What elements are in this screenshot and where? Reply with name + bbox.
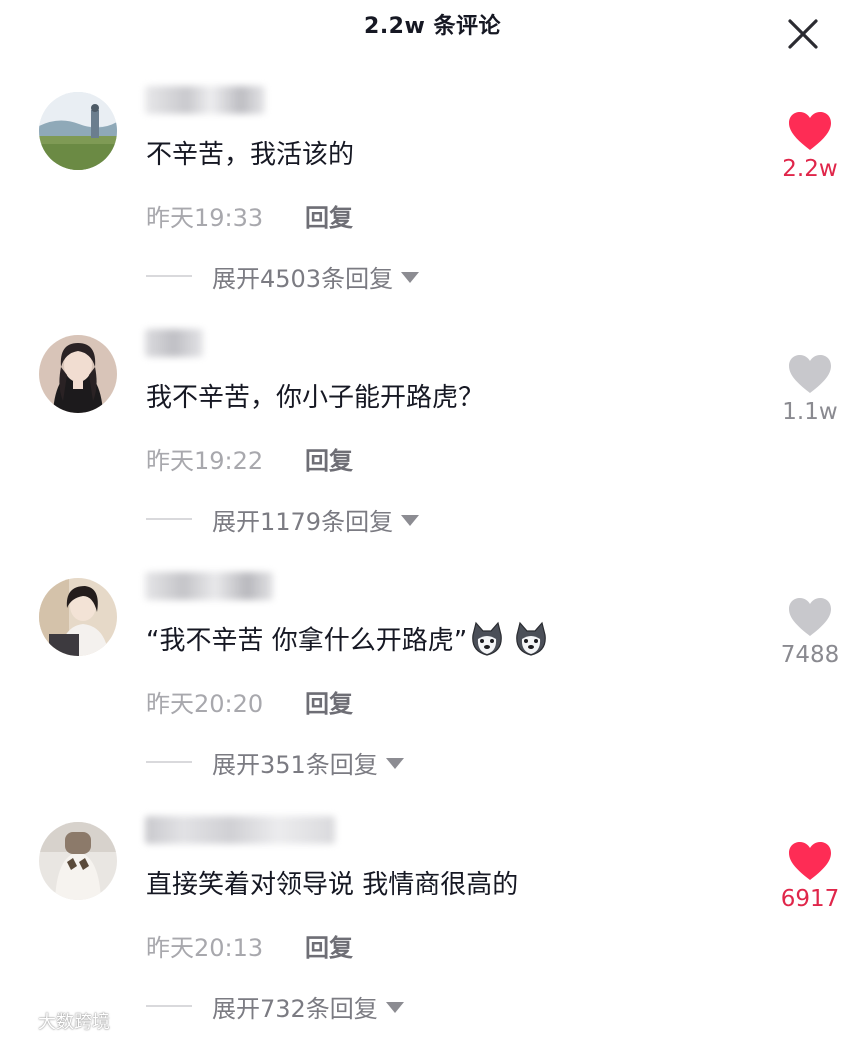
divider — [146, 275, 192, 277]
avatar[interactable] — [39, 92, 117, 170]
comment-time: 昨天19:22 — [146, 447, 264, 475]
chevron-down-icon — [385, 1001, 404, 1013]
username[interactable] — [145, 816, 335, 844]
comment-item: “我不辛苦 你拿什么开路虎” 昨天20:20 回复 展开351条回复 7488 — [0, 572, 865, 818]
divider — [146, 1005, 192, 1007]
expand-replies-label: 展开4503条回复 — [212, 264, 394, 293]
like-button[interactable]: 7488 — [770, 596, 850, 668]
heart-icon — [789, 355, 831, 393]
reply-button[interactable]: 回复 — [305, 198, 353, 233]
watermark: 大数跨境 — [8, 1008, 110, 1034]
comment-item: 我不辛苦，你小子能开路虎？ 昨天19:22 回复 展开1179条回复 1.1w — [0, 329, 865, 575]
comments-header: 2.2w 条评论 — [0, 0, 865, 51]
like-count: 2.2w — [782, 156, 838, 182]
emoji-group — [469, 621, 549, 657]
watermark-text: 大数跨境 — [38, 1012, 110, 1033]
like-count: 6917 — [780, 886, 840, 912]
username[interactable] — [145, 86, 265, 114]
husky-emoji-icon — [516, 621, 547, 656]
comment-time: 昨天20:13 — [146, 934, 264, 962]
avatar[interactable] — [39, 578, 117, 656]
comment-item: 不辛苦，我活该的 昨天19:33 回复 展开4503条回复 2.2w — [0, 86, 865, 332]
comment-item: 直接笑着对领导说 我情商很高的 昨天20:13 回复 展开732条回复 6917 — [0, 816, 865, 1062]
like-button[interactable]: 1.1w — [770, 353, 850, 425]
chevron-down-icon — [385, 757, 404, 769]
expand-replies-label: 展开1179条回复 — [212, 507, 394, 536]
comment-time: 昨天19:33 — [146, 204, 264, 232]
watermark-logo-icon — [8, 1013, 34, 1029]
username[interactable] — [145, 329, 203, 357]
comment-text: 我不辛苦，你小子能开路虎？ — [146, 383, 485, 413]
like-button[interactable]: 6917 — [770, 840, 850, 912]
chevron-down-icon — [401, 271, 420, 283]
divider — [146, 518, 192, 520]
heart-icon — [789, 598, 831, 636]
avatar[interactable] — [39, 335, 117, 413]
reply-button[interactable]: 回复 — [305, 684, 353, 719]
comment-text: 不辛苦，我活该的 — [146, 140, 355, 170]
expand-replies[interactable]: 展开351条回复 — [146, 746, 404, 779]
husky-emoji-icon — [472, 621, 503, 656]
close-icon — [788, 19, 818, 49]
reply-button[interactable]: 回复 — [305, 928, 353, 963]
expand-replies-label: 展开732条回复 — [212, 994, 378, 1023]
like-button[interactable]: 2.2w — [770, 110, 850, 182]
comment-text-content: “我不辛苦 你拿什么开路虎” — [146, 626, 468, 656]
chevron-down-icon — [401, 514, 420, 526]
avatar[interactable] — [39, 822, 117, 900]
username[interactable] — [145, 572, 273, 600]
expand-replies-label: 展开351条回复 — [212, 750, 378, 779]
divider — [146, 761, 192, 763]
heart-icon — [789, 112, 831, 150]
like-count: 7488 — [780, 642, 840, 668]
comment-time: 昨天20:20 — [146, 690, 264, 718]
like-count: 1.1w — [782, 399, 838, 425]
comment-text: “我不辛苦 你拿什么开路虎” — [146, 620, 549, 657]
expand-replies[interactable]: 展开732条回复 — [146, 990, 404, 1023]
heart-icon — [789, 842, 831, 880]
comment-count-title: 2.2w 条评论 — [364, 14, 501, 39]
reply-button[interactable]: 回复 — [305, 441, 353, 476]
expand-replies[interactable]: 展开1179条回复 — [146, 503, 420, 536]
close-button[interactable] — [786, 17, 820, 51]
expand-replies[interactable]: 展开4503条回复 — [146, 260, 420, 293]
comment-text: 直接笑着对领导说 我情商很高的 — [146, 870, 519, 900]
